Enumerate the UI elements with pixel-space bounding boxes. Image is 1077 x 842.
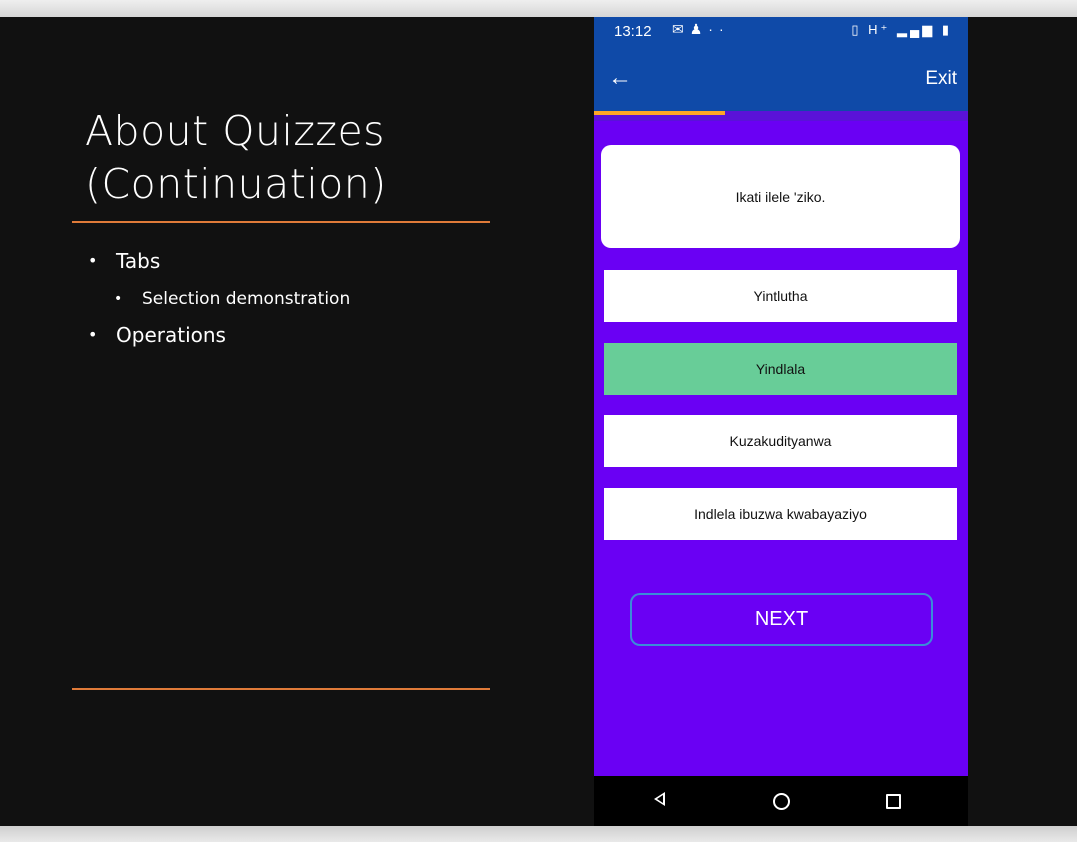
answer-option-4[interactable]: Indlela ibuzwa kwabayaziyo xyxy=(604,488,957,540)
slide-title: About Quizzes (Continuation) xyxy=(85,105,505,211)
status-bar: 13:12 ✉♟·· ▯ H⁺ ▂▄▆ ▮ xyxy=(594,17,968,48)
question-card: Ikati ilele 'ziko. xyxy=(601,145,960,248)
next-button-label: NEXT xyxy=(754,608,809,630)
question-text: Ikati ilele 'ziko. xyxy=(735,188,826,205)
bullet-list: • Tabs • Selection demonstration • Opera… xyxy=(88,246,350,358)
window-bottom-frame xyxy=(0,826,1077,842)
quiz-progress-fill xyxy=(594,111,725,115)
footer-divider xyxy=(72,688,490,690)
answer-option-3[interactable]: Kuzakudityanwa xyxy=(604,415,957,467)
answer-option-label: Yindlala xyxy=(755,361,806,377)
battery-icon: ▮ xyxy=(941,22,952,37)
bullet-tabs: • Tabs xyxy=(88,246,350,284)
bullet-dot-icon: • xyxy=(114,291,123,307)
more-notifications-icon: ·· xyxy=(708,21,730,37)
app-bar: ← Exit xyxy=(594,48,968,111)
slide-title-line1: About Quizzes xyxy=(85,107,386,155)
bullet-text: Tabs xyxy=(116,249,161,273)
bullet-text: Selection demonstration xyxy=(142,289,351,309)
answer-option-2[interactable]: Yindlala xyxy=(604,343,957,395)
recents-square-icon[interactable] xyxy=(886,794,901,809)
answer-option-label: Yintlutha xyxy=(753,288,808,304)
android-nav-bar xyxy=(594,776,968,826)
network-type: H⁺ xyxy=(868,22,891,37)
home-circle-icon[interactable] xyxy=(773,793,790,810)
next-button[interactable]: NEXT xyxy=(630,593,933,646)
slide-title-line2: (Continuation) xyxy=(85,160,387,208)
title-divider xyxy=(72,221,490,223)
window-top-frame xyxy=(0,0,1077,17)
person-icon: ♟ xyxy=(689,21,709,37)
bullet-dot-icon: • xyxy=(88,325,98,344)
mail-icon: ✉ xyxy=(672,21,690,37)
signal-icon: ▂▄▆ xyxy=(897,22,936,37)
status-time: 13:12 xyxy=(614,23,652,40)
answer-option-label: Kuzakudityanwa xyxy=(729,433,832,449)
bullet-dot-icon: • xyxy=(88,251,98,270)
arrow-left-icon[interactable]: ← xyxy=(608,64,632,92)
quiz-progress-bar xyxy=(594,111,968,121)
bullet-text: Operations xyxy=(116,323,226,347)
bullet-operations: • Operations xyxy=(88,320,350,358)
bullet-selection-demonstration: • Selection demonstration xyxy=(88,284,350,320)
answer-option-label: Indlela ibuzwa kwabayaziyo xyxy=(694,506,867,522)
vibrate-icon: ▯ xyxy=(851,22,862,37)
answer-option-1[interactable]: Yintlutha xyxy=(604,270,957,322)
phone-screenshot: 13:12 ✉♟·· ▯ H⁺ ▂▄▆ ▮ ← Exit Ikati ilele… xyxy=(594,17,968,826)
back-triangle-icon[interactable] xyxy=(654,792,665,806)
exit-button[interactable]: Exit xyxy=(925,68,957,90)
system-icons: ▯ H⁺ ▂▄▆ ▮ xyxy=(851,22,952,38)
notification-icons: ✉♟·· xyxy=(672,21,730,38)
